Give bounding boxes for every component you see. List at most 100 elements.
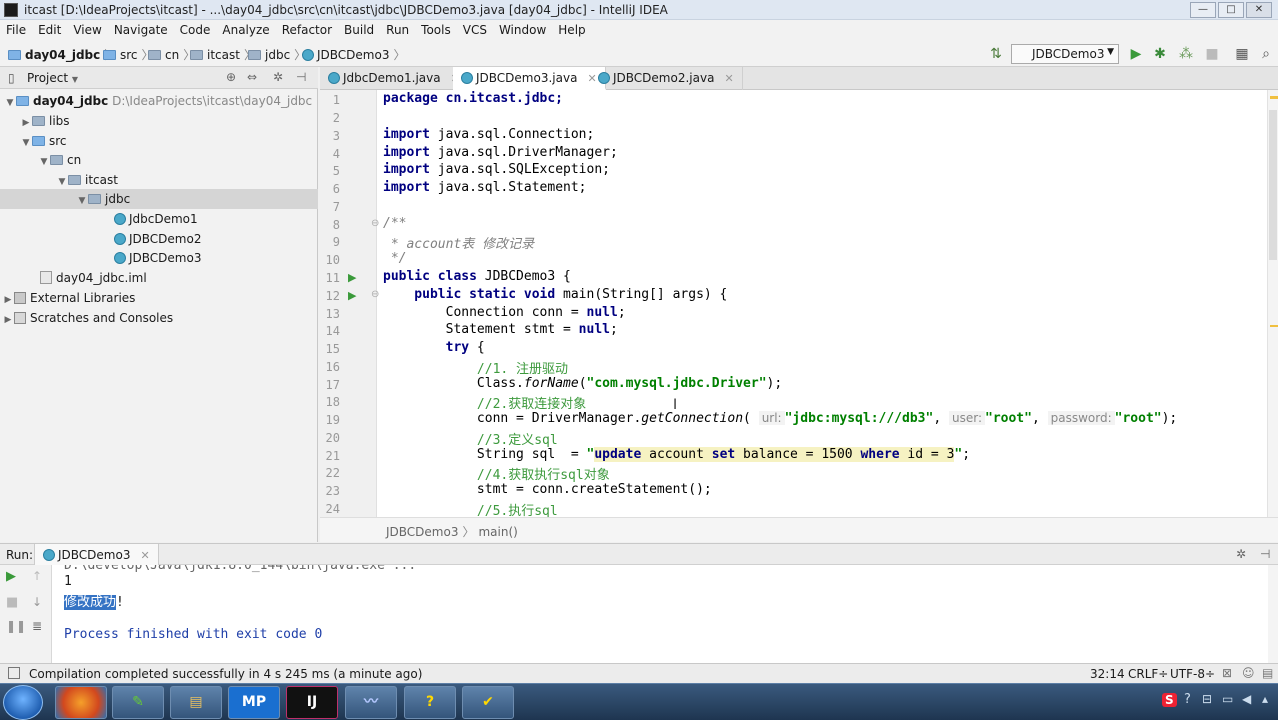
menu-build[interactable]: Build — [338, 20, 380, 37]
tree-item-itcast[interactable]: ▼ itcast — [0, 170, 318, 190]
tab-jdbcdemo3[interactable]: JDBCDemo3.java ✕ — [453, 67, 606, 90]
network-icon[interactable]: ⊟ — [1202, 692, 1212, 706]
code-line: Connection conn = null; — [383, 305, 626, 320]
minimize-button[interactable]: — — [1190, 2, 1216, 18]
debug-icon[interactable]: ✱ — [1152, 46, 1168, 62]
fold-icon[interactable]: ⊖ — [371, 289, 379, 300]
coverage-icon[interactable]: ⁂ — [1178, 46, 1194, 62]
close-tab-icon[interactable]: ✕ — [724, 72, 733, 85]
tree-item-src[interactable]: ▼ src — [0, 131, 318, 151]
tray-overflow-icon[interactable]: ▴ — [1262, 692, 1268, 706]
inspector-icon[interactable]: ☺ — [1242, 666, 1255, 680]
tab-jdbcdemo2[interactable]: JDBCDemo2.java ✕ — [590, 67, 743, 90]
stop-icon[interactable]: ■ — [6, 595, 18, 610]
menu-edit[interactable]: Edit — [32, 20, 67, 37]
package-icon — [50, 155, 63, 165]
stop-icon[interactable]: ■ — [1204, 46, 1220, 62]
rerun-icon[interactable]: ▶ — [6, 569, 16, 584]
project-structure-icon[interactable]: ▦ — [1234, 46, 1250, 62]
run-configuration-select[interactable]: JDBCDemo3 ▼ — [1011, 44, 1119, 64]
menu-analyze[interactable]: Analyze — [216, 20, 275, 37]
run-gutter-icon[interactable]: ▶ — [348, 271, 356, 284]
menu-run[interactable]: Run — [380, 20, 415, 37]
scroll-up-icon[interactable]: ↑ — [32, 569, 42, 583]
code-line: public class JDBCDemo3 { — [383, 269, 571, 284]
run-gutter-icon[interactable]: ▶ — [348, 289, 356, 302]
notepad-app-icon[interactable]: ✎ — [112, 686, 164, 719]
tree-item-iml[interactable]: day04_jdbc.iml — [0, 268, 318, 288]
dolphin-app-icon[interactable]: 〰 — [345, 686, 397, 719]
run-icon[interactable]: ▶ — [1128, 46, 1144, 62]
collapse-all-icon[interactable]: ⇔ — [247, 70, 257, 84]
console-scrollbar[interactable] — [1268, 565, 1278, 663]
tree-item-jdbcdemo2[interactable]: JDBCDemo2 — [0, 229, 318, 249]
input-method-icon[interactable]: S — [1162, 693, 1177, 707]
hide-panel-icon[interactable]: ⊣ — [1260, 547, 1270, 561]
menu-window[interactable]: Window — [493, 20, 552, 37]
settings-gear-icon[interactable]: ✲ — [273, 70, 283, 84]
libraries-icon — [14, 292, 26, 304]
tool-windows-icon[interactable] — [8, 667, 20, 679]
project-view-select[interactable]: Project ▼ — [27, 71, 78, 85]
project-panel-header: ▯ Project ▼ ⊕ ⇔ ✲ ⊣ — [0, 67, 318, 89]
menu-navigate[interactable]: Navigate — [108, 20, 174, 37]
package-icon — [68, 175, 81, 185]
caret-position[interactable]: 32:14 — [1090, 667, 1125, 681]
line-separator[interactable]: CRLF÷ — [1128, 667, 1168, 681]
sort-icon[interactable]: ⇅ — [988, 46, 1004, 62]
menu-help[interactable]: Help — [552, 20, 591, 37]
event-log-icon[interactable]: ▤ — [1262, 666, 1273, 680]
editor-scrollbar[interactable] — [1267, 90, 1278, 517]
soft-wrap-icon[interactable]: ≣ — [32, 619, 42, 633]
settings-gear-icon[interactable]: ✲ — [1236, 547, 1246, 561]
console-output[interactable] — [52, 565, 1278, 663]
tree-item-external-libraries[interactable]: ▶ External Libraries — [0, 288, 318, 308]
breadcrumb-method[interactable]: main() — [478, 525, 517, 539]
tree-item-scratches[interactable]: ▶ Scratches and Consoles — [0, 308, 318, 328]
help-app-icon[interactable]: ? — [404, 686, 456, 719]
maximize-button[interactable]: □ — [1218, 2, 1244, 18]
param-hint-url: url: — [758, 411, 785, 425]
lock-icon[interactable]: ⊠ — [1222, 666, 1232, 680]
menu-refactor[interactable]: Refactor — [276, 20, 338, 37]
breadcrumb-class[interactable]: JDBCDemo3 — [386, 525, 458, 539]
warning-marker[interactable] — [1270, 96, 1278, 99]
warning-marker[interactable] — [1270, 325, 1278, 327]
code-line: conn = DriverManager.getConnection( url:… — [383, 411, 1178, 426]
tree-item-libs[interactable]: ▶ libs — [0, 111, 318, 131]
tree-item-cn[interactable]: ▼ cn — [0, 150, 318, 170]
tree-item-module[interactable]: ▼ day04_jdbc D:\IdeaProjects\itcast\day04… — [0, 91, 318, 111]
scroll-from-source-icon[interactable]: ⊕ — [226, 70, 236, 84]
intellij-app-icon[interactable]: IJ — [286, 686, 338, 719]
search-everywhere-icon[interactable]: ⌕ — [1258, 46, 1274, 62]
mp-app-icon[interactable]: MP — [228, 686, 280, 719]
fold-icon[interactable]: ⊖ — [371, 218, 379, 229]
run-tab-jdbcdemo3[interactable]: JDBCDemo3 ✕ — [34, 544, 159, 566]
menu-file[interactable]: File — [0, 20, 32, 37]
close-tab-icon[interactable]: ✕ — [140, 549, 149, 562]
battery-icon[interactable]: ▭ — [1222, 692, 1233, 706]
volume-icon[interactable]: ◀ — [1242, 692, 1251, 706]
close-button[interactable]: ✕ — [1246, 2, 1272, 18]
tree-item-jdbc[interactable]: ▼ jdbc — [0, 189, 318, 209]
breadcrumb-file[interactable]: JDBCDemo3 〉 — [302, 46, 409, 63]
tree-item-jdbcdemo3[interactable]: JDBCDemo3 — [0, 248, 318, 268]
explorer-app-icon[interactable]: ▤ — [170, 686, 222, 719]
scroll-down-icon[interactable]: ↓ — [32, 595, 42, 609]
hide-panel-icon[interactable]: ⊣ — [296, 70, 306, 84]
menu-vcs[interactable]: VCS — [457, 20, 493, 37]
menu-view[interactable]: View — [67, 20, 107, 37]
tree-item-jdbcdemo1[interactable]: JdbcDemo1 — [0, 209, 318, 229]
chrome-app-icon[interactable] — [55, 686, 107, 719]
help-tray-icon[interactable]: ? — [1184, 692, 1191, 707]
code-line: //1. 注册驱动 — [383, 362, 569, 377]
menu-code[interactable]: Code — [174, 20, 217, 37]
chart-app-icon[interactable]: ✔ — [462, 686, 514, 719]
breadcrumb-jdbc[interactable]: jdbc 〉 — [248, 46, 310, 63]
menu-tools[interactable]: Tools — [415, 20, 457, 37]
start-button[interactable] — [3, 685, 43, 720]
tab-jdbcdemo1[interactable]: JdbcDemo1.java✕ — [320, 67, 469, 90]
pause-icon[interactable]: ❚❚ — [6, 619, 26, 633]
scrollbar-thumb[interactable] — [1269, 110, 1277, 260]
file-encoding[interactable]: UTF-8÷ — [1170, 667, 1215, 681]
